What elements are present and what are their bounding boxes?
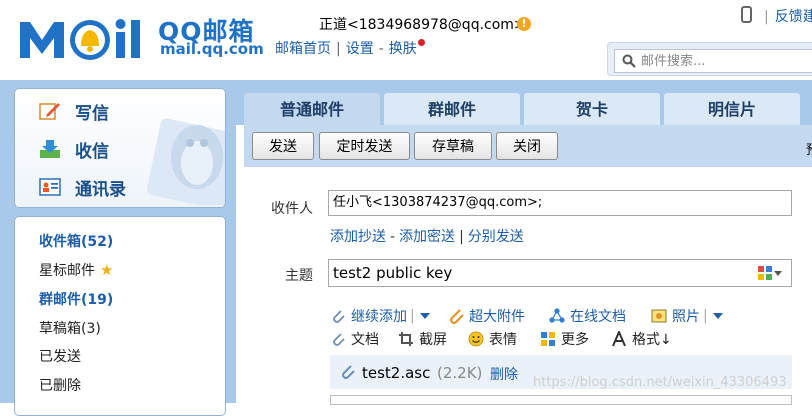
more-grid-icon bbox=[541, 332, 555, 346]
online-document-label: 在线文档 bbox=[570, 309, 626, 325]
mobile-phone-icon[interactable] bbox=[741, 6, 752, 23]
more-button[interactable]: 更多 bbox=[540, 329, 589, 349]
recipient-options: 添加抄送 - 添加密送 | 分别发送 bbox=[330, 226, 524, 246]
chevron-down-icon[interactable] bbox=[774, 271, 782, 276]
font-format-icon bbox=[612, 331, 626, 347]
settings-link[interactable]: 设置 bbox=[346, 41, 374, 57]
attachment-size: (2.2K) bbox=[437, 364, 483, 382]
separator: | bbox=[703, 308, 708, 324]
star-icon: ★ bbox=[100, 261, 114, 279]
warning-icon[interactable]: ! bbox=[517, 17, 531, 31]
recipient-input[interactable]: 任小飞<1303874237@qq.com>; bbox=[328, 190, 792, 216]
brand-domain: mail.qq.com bbox=[160, 40, 264, 58]
smiley-icon bbox=[468, 331, 484, 347]
continue-add-label: 继续添加 bbox=[351, 309, 407, 325]
sidebar-actions: 写信 收信 通讯录 bbox=[14, 88, 226, 208]
preview-button[interactable]: 预 bbox=[806, 139, 812, 158]
document-button[interactable]: 文档 bbox=[330, 329, 379, 349]
continue-add-attachment-button[interactable]: 继续添加 | bbox=[330, 306, 430, 326]
folder-group-mail[interactable]: 群邮件(19) bbox=[39, 289, 113, 309]
separator: - bbox=[390, 229, 396, 245]
format-button[interactable]: 格式↓ bbox=[611, 329, 672, 349]
format-label: 格式↓ bbox=[632, 332, 672, 348]
contacts-icon bbox=[39, 178, 61, 196]
separator: | bbox=[410, 308, 415, 324]
photo-icon bbox=[651, 309, 667, 323]
compose-button[interactable]: 写信 bbox=[39, 96, 109, 126]
delete-attachment-link[interactable]: 删除 bbox=[490, 364, 518, 384]
compose-icon bbox=[39, 103, 60, 120]
photo-label: 照片 bbox=[672, 309, 700, 325]
search-input[interactable] bbox=[641, 50, 811, 72]
subject-input[interactable]: test2 public key bbox=[328, 259, 792, 287]
large-attachment-button[interactable]: 超大附件 bbox=[448, 306, 525, 326]
paperclip-icon bbox=[342, 365, 355, 379]
color-grid-icon[interactable] bbox=[758, 266, 772, 280]
document-label: 文档 bbox=[351, 332, 379, 348]
separator: | bbox=[336, 41, 341, 57]
scheduled-send-button[interactable]: 定时发送 bbox=[319, 132, 410, 160]
large-attachment-label: 超大附件 bbox=[469, 309, 525, 325]
folder-list: 收件箱(52) 星标邮件 ★ 群邮件(19) 草稿箱(3) 已发送 已删除 bbox=[14, 216, 226, 416]
photo-button[interactable]: 照片 | bbox=[651, 306, 723, 326]
new-dot-icon bbox=[417, 39, 425, 46]
contacts-label: 通讯录 bbox=[75, 179, 126, 200]
folder-drafts[interactable]: 草稿箱(3) bbox=[39, 318, 101, 338]
online-document-button[interactable]: 在线文档 bbox=[549, 306, 626, 326]
paperclip-icon bbox=[333, 310, 345, 323]
change-skin-link[interactable]: 换肤 bbox=[389, 41, 417, 57]
folder-starred[interactable]: 星标邮件 ★ bbox=[39, 260, 113, 280]
message-editor[interactable] bbox=[330, 395, 792, 405]
emoji-button[interactable]: 表情 bbox=[468, 329, 517, 349]
top-links: 邮箱首页 | 设置 - 换肤 bbox=[275, 38, 425, 58]
document-clip-icon bbox=[333, 333, 345, 346]
screenshot-crop-icon bbox=[399, 332, 413, 346]
chevron-down-icon[interactable] bbox=[419, 313, 430, 319]
chevron-down-icon[interactable] bbox=[712, 313, 723, 319]
recipient-label: 收件人 bbox=[271, 201, 313, 217]
csdn-watermark: https://blog.csdn.net/weixin_43306493 bbox=[533, 375, 787, 390]
more-label: 更多 bbox=[561, 332, 589, 348]
share-nodes-icon bbox=[549, 308, 565, 323]
send-button[interactable]: 发送 bbox=[252, 132, 314, 160]
mailbox-home-link[interactable]: 邮箱首页 bbox=[275, 41, 331, 57]
qq-mail-logo bbox=[20, 19, 140, 60]
screenshot-label: 截屏 bbox=[419, 332, 447, 348]
add-bcc-link[interactable]: 添加密送 bbox=[399, 229, 455, 245]
contacts-button[interactable]: 通讯录 bbox=[39, 172, 126, 202]
add-cc-link[interactable]: 添加抄送 bbox=[330, 229, 386, 245]
separator: | bbox=[459, 229, 464, 245]
emoji-label: 表情 bbox=[489, 332, 517, 348]
feedback-label[interactable]: 反馈建 bbox=[775, 9, 812, 25]
compose-label: 写信 bbox=[75, 103, 109, 124]
separator: - bbox=[378, 41, 384, 57]
search-icon[interactable] bbox=[622, 54, 636, 68]
tab-normal-mail[interactable]: 普通邮件 bbox=[244, 93, 380, 125]
folder-inbox[interactable]: 收件箱(52) bbox=[39, 231, 113, 251]
save-draft-button[interactable]: 存草稿 bbox=[414, 132, 492, 160]
large-paperclip-icon bbox=[449, 309, 464, 324]
separate-send-link[interactable]: 分别发送 bbox=[468, 229, 524, 245]
tab-postcard[interactable]: 明信片 bbox=[664, 93, 800, 125]
tab-greeting-card[interactable]: 贺卡 bbox=[524, 93, 660, 125]
folder-deleted[interactable]: 已删除 bbox=[39, 375, 81, 395]
subject-label: 主题 bbox=[285, 268, 313, 284]
inbox-download-icon bbox=[40, 140, 60, 158]
folder-starred-label: 星标邮件 bbox=[39, 263, 95, 279]
close-button[interactable]: 关闭 bbox=[496, 132, 558, 160]
user-account-menu[interactable]: 正道<1834968978@qq.com> bbox=[319, 14, 526, 34]
screenshot-button[interactable]: 截屏 bbox=[398, 329, 447, 349]
attachment-name[interactable]: test2.asc bbox=[362, 364, 430, 382]
folder-sent[interactable]: 已发送 bbox=[39, 346, 81, 366]
feedback-link[interactable]: | 反馈建 bbox=[764, 6, 812, 26]
receive-mail-button[interactable]: 收信 bbox=[39, 134, 109, 164]
tab-group-mail[interactable]: 群邮件 bbox=[384, 93, 520, 125]
receive-mail-label: 收信 bbox=[75, 141, 109, 162]
penguin-watermark-icon bbox=[146, 118, 225, 205]
